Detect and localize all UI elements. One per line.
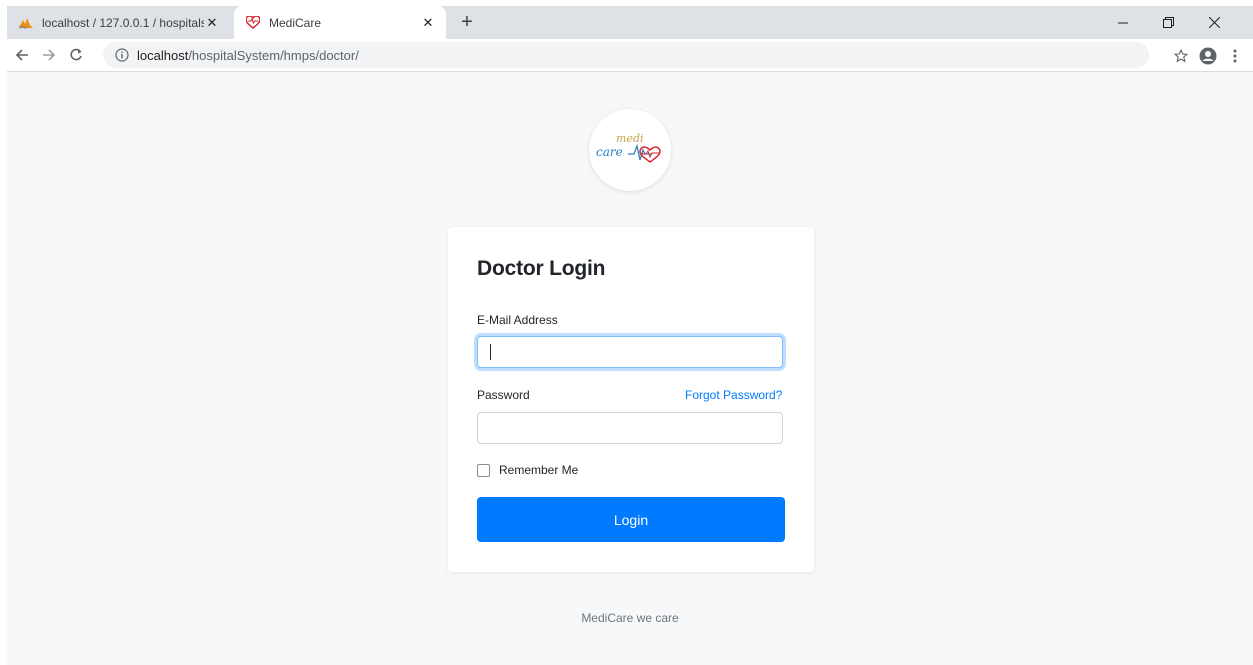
page-title: Doctor Login: [477, 257, 606, 280]
account-icon: [1199, 47, 1217, 65]
more-vert-icon: [1233, 49, 1237, 63]
tab-title: MediCare: [269, 15, 322, 30]
close-window-button[interactable]: [1194, 6, 1234, 39]
restore-icon: [1162, 17, 1174, 28]
remember-me-row: Remember Me: [477, 463, 578, 477]
text-caret: [490, 344, 491, 360]
back-button[interactable]: [12, 45, 32, 65]
info-icon[interactable]: [115, 48, 129, 62]
address-bar[interactable]: localhost/hospitalSystem/hmps/doctor/: [103, 42, 1149, 68]
minimize-icon: [1118, 22, 1128, 23]
svg-text:PMA: PMA: [19, 25, 28, 29]
logo-mark: medi care: [596, 132, 661, 163]
minimize-button[interactable]: [1103, 6, 1143, 39]
login-card: Doctor Login E-Mail Address Password For…: [448, 227, 814, 572]
star-icon: [1174, 49, 1188, 63]
close-icon: [1208, 17, 1220, 28]
phpmyadmin-icon: PMA: [18, 15, 34, 31]
remember-me-checkbox[interactable]: [477, 463, 490, 477]
medicare-logo: medi care: [589, 109, 671, 191]
reload-icon: [70, 48, 82, 61]
remember-me-label: Remember Me: [499, 463, 579, 477]
url-path: /hospitalSystem/hmps/doctor/: [188, 47, 359, 63]
bookmark-button[interactable]: [1170, 45, 1192, 67]
browser-tab-strip: PMA localhost / 127.0.0.1 / hospitalsys …: [7, 6, 1253, 39]
tab-phpmyadmin[interactable]: PMA localhost / 127.0.0.1 / hospitalsys …: [7, 6, 230, 39]
logo-text-medi: medi: [616, 132, 644, 145]
heart-icon: [245, 15, 261, 31]
login-button[interactable]: Login: [477, 497, 785, 542]
browser-toolbar: localhost/hospitalSystem/hmps/doctor/: [7, 39, 1253, 72]
forgot-password-link[interactable]: Forgot Password?: [685, 388, 782, 402]
menu-button[interactable]: [1224, 45, 1246, 67]
footer-text: MediCare we care: [581, 611, 679, 625]
logo-text-care: care: [596, 145, 623, 159]
forward-button[interactable]: [39, 45, 59, 65]
new-tab-button[interactable]: +: [457, 12, 477, 32]
password-field[interactable]: [477, 412, 783, 444]
arrow-left-icon: [15, 49, 28, 61]
password-label: Password: [477, 388, 530, 402]
tab-title: localhost / 127.0.0.1 / hospitalsys: [42, 15, 204, 30]
page-content: medi care Doctor Login E-Mail Address Pa…: [7, 72, 1253, 665]
tab-medicare[interactable]: MediCare ✕: [234, 6, 446, 39]
profile-button[interactable]: [1197, 45, 1219, 67]
email-label: E-Mail Address: [477, 313, 558, 327]
close-icon[interactable]: ✕: [420, 15, 436, 31]
url-host: localhost: [137, 47, 189, 63]
restore-button[interactable]: [1148, 6, 1188, 39]
close-icon[interactable]: ✕: [204, 15, 220, 31]
email-field[interactable]: [477, 336, 783, 368]
arrow-right-icon: [43, 49, 56, 61]
reload-button[interactable]: [66, 45, 86, 65]
